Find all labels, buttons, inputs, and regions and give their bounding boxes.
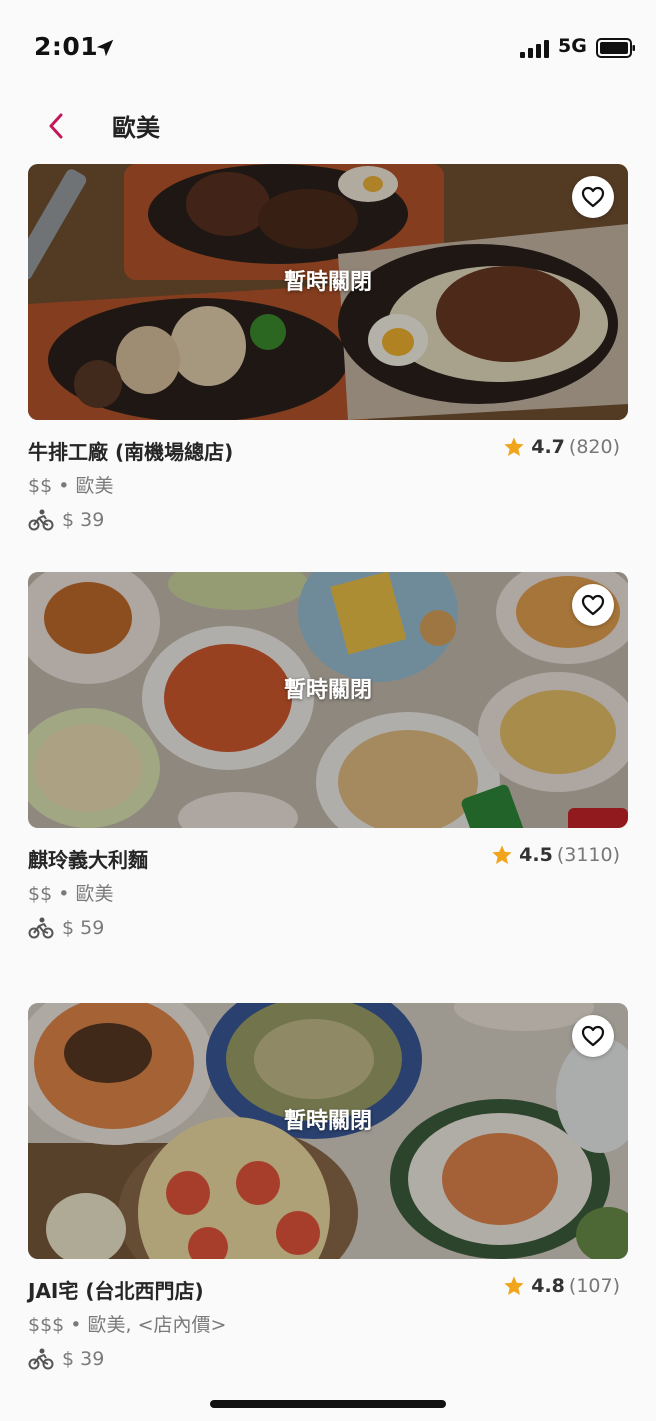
restaurant-photo[interactable]: 暫時關閉 — [28, 1003, 628, 1259]
rating: 4.7 (820) — [503, 436, 620, 458]
restaurant-card[interactable]: 暫時關閉 牛排工廠 (南機場總店) 4.7 (820) $$ • 歐美 $ 39 — [28, 164, 628, 536]
closed-status-label: 暫時關閉 — [283, 270, 372, 295]
rating: 4.8 (107) — [503, 1275, 620, 1297]
delivery-fee: $ 39 — [62, 1347, 105, 1370]
price-cuisine: $$ • 歐美 — [28, 883, 114, 905]
price-cuisine: $$$ • 歐美, <店內價> — [28, 1314, 227, 1336]
signal-icon — [520, 40, 549, 58]
page-title: 歐美 — [112, 114, 160, 142]
restaurant-name: JAI宅 (台北西門店) — [28, 1279, 204, 1303]
back-button[interactable] — [40, 110, 72, 142]
chevron-left-icon — [49, 113, 63, 139]
restaurant-name: 麒玲義大利麵 — [28, 848, 148, 872]
bike-icon — [28, 509, 54, 530]
review-count: (3110) — [556, 844, 620, 866]
network-label: 5G — [558, 35, 587, 57]
star-icon — [504, 1276, 524, 1295]
delivery-fee: $ 59 — [62, 916, 105, 939]
favorite-button[interactable] — [572, 1015, 614, 1057]
home-indicator[interactable] — [210, 1400, 446, 1408]
location-arrow-icon — [96, 39, 114, 57]
delivery-fee-row: $ 59 — [28, 911, 628, 944]
battery-icon — [596, 38, 635, 58]
bike-icon — [28, 1348, 54, 1369]
favorite-button[interactable] — [572, 176, 614, 218]
rating-value: 4.7 — [531, 436, 565, 458]
restaurant-card[interactable]: 暫時關閉 麒玲義大利麵 4.5 (3110) $$ • 歐美 $ 59 — [28, 572, 628, 944]
star-icon — [492, 845, 512, 864]
rating: 4.5 (3110) — [491, 844, 620, 866]
heart-outline-icon — [581, 594, 605, 616]
delivery-fee-row: $ 39 — [28, 503, 628, 536]
rating-value: 4.8 — [531, 1275, 565, 1297]
restaurant-photo[interactable]: 暫時關閉 — [28, 572, 628, 828]
review-count: (820) — [568, 436, 620, 458]
heart-outline-icon — [581, 186, 605, 208]
star-icon — [504, 437, 524, 456]
status-time: 2:01 — [34, 32, 99, 61]
rating-value: 4.5 — [519, 844, 553, 866]
restaurant-card[interactable]: 暫時關閉 JAI宅 (台北西門店) 4.8 (107) $$$ • 歐美, <店… — [28, 1003, 628, 1375]
closed-status-label: 暫時關閉 — [283, 678, 372, 703]
price-cuisine: $$ • 歐美 — [28, 475, 114, 497]
delivery-fee: $ 39 — [62, 508, 105, 531]
heart-outline-icon — [581, 1025, 605, 1047]
status-bar: 2:01 5G — [0, 0, 656, 96]
review-count: (107) — [568, 1275, 620, 1297]
restaurant-photo[interactable]: 暫時關閉 — [28, 164, 628, 420]
closed-status-label: 暫時關閉 — [283, 1109, 372, 1134]
bike-icon — [28, 917, 54, 938]
restaurant-name: 牛排工廠 (南機場總店) — [28, 440, 234, 464]
nav-bar: 歐美 — [0, 96, 656, 158]
delivery-fee-row: $ 39 — [28, 1342, 628, 1375]
favorite-button[interactable] — [572, 584, 614, 626]
